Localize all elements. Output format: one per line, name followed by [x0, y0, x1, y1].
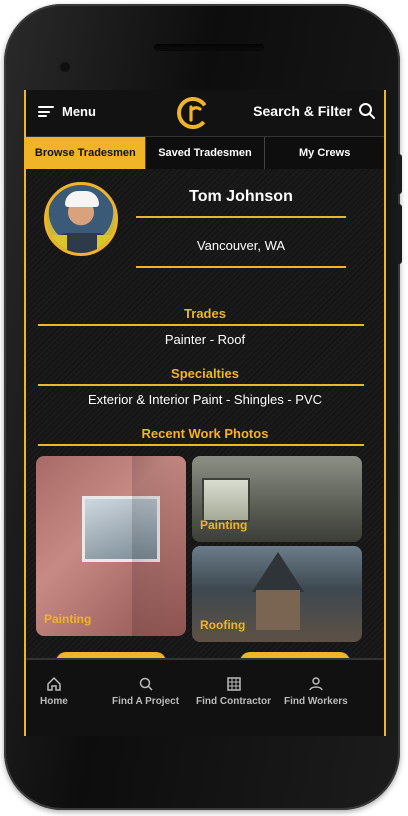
work-photo-painting-exterior[interactable]: Painting — [36, 456, 186, 636]
photo-caption: Painting — [44, 612, 92, 626]
nav-find-project[interactable]: Find A Project — [112, 676, 179, 707]
work-photo-roofing[interactable]: Roofing — [192, 546, 362, 642]
specialties-title: Specialties — [171, 366, 239, 381]
nav-home[interactable]: Home — [40, 676, 68, 707]
trades-title: Trades — [184, 306, 226, 321]
tradesman-location: Vancouver, WA — [196, 238, 286, 253]
bottom-navigation: Home Find A Project Find Contractor Find… — [26, 658, 384, 736]
avatar[interactable] — [44, 182, 118, 256]
photo-caption: Painting — [200, 518, 248, 532]
photo-caption: Roofing — [200, 618, 246, 632]
divider — [136, 266, 346, 268]
search-filter-button[interactable]: Search & Filter — [253, 102, 376, 120]
divider — [38, 324, 364, 326]
power-button — [396, 204, 402, 264]
nav-find-workers[interactable]: Find Workers — [284, 676, 348, 707]
nav-label: Home — [40, 696, 68, 707]
menu-button[interactable]: Menu — [38, 104, 96, 119]
recent-work-title: Recent Work Photos — [141, 426, 269, 441]
home-icon — [47, 676, 61, 691]
profile-card: Tom Johnson Vancouver, WA — [26, 172, 384, 292]
nav-label: Find Workers — [284, 696, 348, 707]
search-icon — [139, 677, 153, 691]
top-bar: Menu Search & Filter — [26, 90, 384, 136]
tradesman-name: Tom Johnson — [189, 188, 293, 205]
recent-work-gallery: Painting Painting Roofing — [36, 456, 376, 652]
tab-saved-tradesmen[interactable]: Saved Tradesmen — [145, 137, 266, 169]
divider — [136, 216, 346, 218]
specialties-value: Exterior & Interior Paint - Shingles - P… — [87, 392, 323, 407]
nav-label: Find A Project — [112, 696, 180, 707]
search-filter-label: Search & Filter — [253, 103, 352, 119]
app-screen: Menu Search & Filter Browse Tradesmen Sa… — [24, 90, 386, 736]
user-icon — [309, 677, 323, 691]
hamburger-icon — [38, 106, 54, 117]
work-photo-painting-interior[interactable]: Painting — [192, 456, 362, 542]
search-icon — [359, 103, 375, 119]
nav-find-contractor[interactable]: Find Contractor — [196, 676, 271, 707]
tab-bar: Browse Tradesmen Saved Tradesmen My Crew… — [26, 136, 384, 169]
tab-browse-tradesmen[interactable]: Browse Tradesmen — [26, 137, 146, 169]
trades-value: Painter - Roof — [164, 332, 246, 347]
menu-label: Menu — [62, 104, 96, 119]
divider — [38, 384, 364, 386]
app-logo-icon[interactable] — [176, 96, 210, 130]
front-camera — [60, 62, 70, 72]
speaker-grille — [154, 44, 264, 51]
divider — [38, 444, 364, 446]
tab-my-crews[interactable]: My Crews — [265, 137, 384, 169]
volume-button — [396, 154, 402, 194]
building-icon — [226, 677, 241, 691]
phone-frame: Menu Search & Filter Browse Tradesmen Sa… — [4, 4, 402, 810]
nav-label: Find Contractor — [196, 696, 271, 707]
